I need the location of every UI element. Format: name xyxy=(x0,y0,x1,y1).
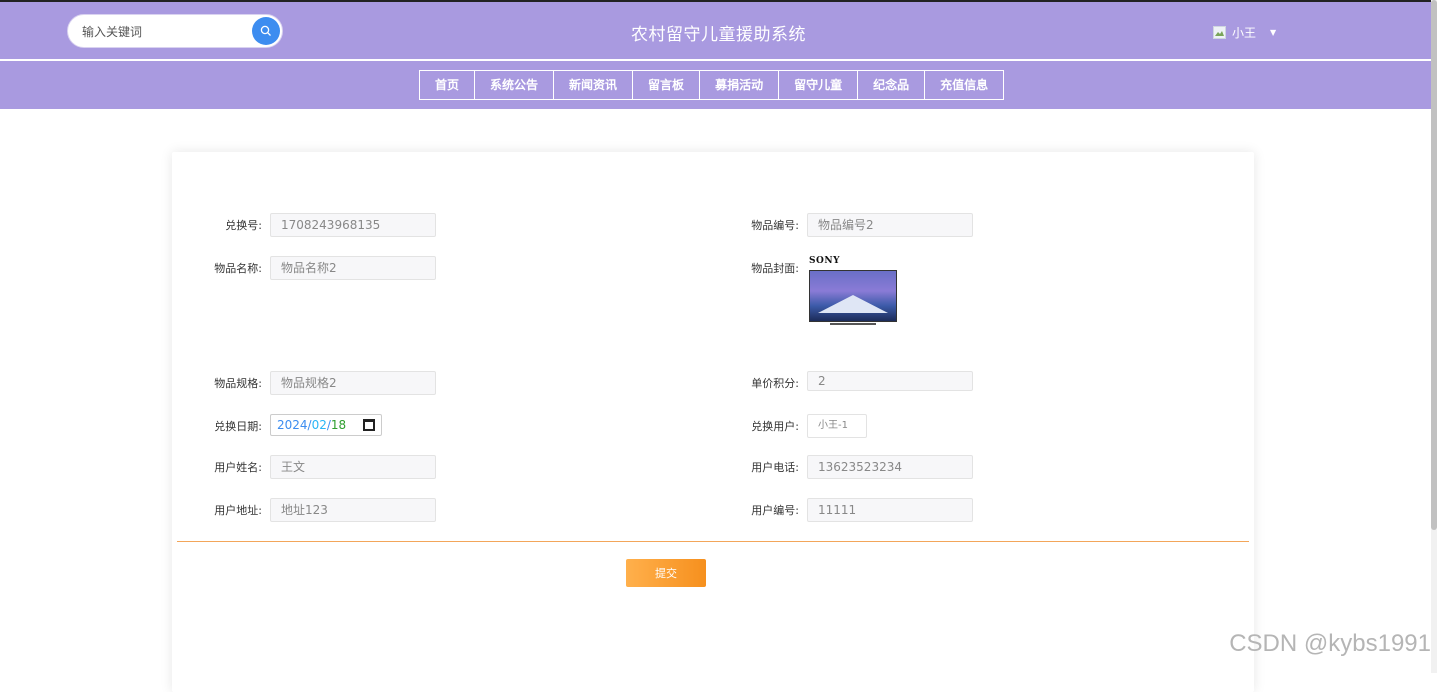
item-cover-label: 物品封面: xyxy=(751,262,799,275)
date-day: 18 xyxy=(330,418,347,432)
top-header: 农村留守儿童援助系统 小王 ▼ xyxy=(0,0,1437,59)
user-no-input[interactable]: 11111 xyxy=(807,498,973,522)
field-unit-points: 单价积分: 2 xyxy=(709,371,973,391)
field-item-name: 物品名称: 物品名称2 xyxy=(172,256,436,280)
exchange-no-input[interactable]: 1708243968135 xyxy=(270,213,436,237)
nav-item-recharge[interactable]: 充值信息 xyxy=(925,70,1005,100)
cover-brand-text: SONY xyxy=(809,256,840,266)
main-nav: 首页 系统公告 新闻资讯 留言板 募捐活动 留守儿童 纪念品 充值信息 xyxy=(0,61,1437,109)
field-item-cover: 物品封面: SONY xyxy=(709,256,899,336)
item-cover-image: SONY xyxy=(809,256,899,336)
exchange-user-input[interactable]: 小王-1 xyxy=(807,414,867,438)
item-code-label: 物品编号: xyxy=(751,219,799,232)
field-user-address: 用户地址: 地址123 xyxy=(172,498,436,522)
field-user-phone: 用户电话: 13623523234 xyxy=(709,455,973,479)
date-year: 2024 xyxy=(277,418,308,432)
exchange-user-label: 兑换用户: xyxy=(751,420,799,433)
form-divider xyxy=(177,541,1249,542)
calendar-icon[interactable] xyxy=(363,419,375,431)
unit-points-input[interactable]: 2 xyxy=(807,371,973,391)
field-item-spec: 物品规格: 物品规格2 xyxy=(172,371,436,395)
watermark: CSDN @kybs1991 xyxy=(1229,630,1431,657)
user-phone-label: 用户电话: xyxy=(751,461,799,474)
user-name: 小王 xyxy=(1232,26,1257,40)
nav-item-news[interactable]: 新闻资讯 xyxy=(554,70,634,100)
nav-item-donations[interactable]: 募捐活动 xyxy=(700,70,780,100)
nav-item-message-board[interactable]: 留言板 xyxy=(633,70,701,100)
item-name-label: 物品名称: xyxy=(214,262,262,275)
item-code-input[interactable]: 物品编号2 xyxy=(807,213,973,237)
exchange-no-label: 兑换号: xyxy=(225,219,262,232)
user-realname-input[interactable]: 王文 xyxy=(270,455,436,479)
nav-item-children[interactable]: 留守儿童 xyxy=(779,70,859,100)
page-scrollbar[interactable] xyxy=(1431,0,1437,673)
chevron-down-icon: ▼ xyxy=(1270,28,1277,37)
nav-item-souvenirs[interactable]: 纪念品 xyxy=(858,70,926,100)
user-no-label: 用户编号: xyxy=(751,504,799,517)
field-item-code: 物品编号: 物品编号2 xyxy=(709,213,973,237)
submit-button[interactable]: 提交 xyxy=(626,559,706,587)
date-month: 02 xyxy=(311,418,327,432)
user-menu[interactable]: 小王 ▼ xyxy=(1213,24,1276,41)
field-exchange-no: 兑换号: 1708243968135 xyxy=(172,213,436,237)
field-exchange-user: 兑换用户: 小王-1 xyxy=(709,414,867,438)
avatar-icon xyxy=(1213,26,1226,39)
field-user-no: 用户编号: 11111 xyxy=(709,498,973,522)
user-address-input[interactable]: 地址123 xyxy=(270,498,436,522)
exchange-date-label: 兑换日期: xyxy=(214,420,262,433)
nav-item-announcements[interactable]: 系统公告 xyxy=(475,70,555,100)
user-address-label: 用户地址: xyxy=(214,504,262,517)
user-phone-input[interactable]: 13623523234 xyxy=(807,455,973,479)
item-spec-label: 物品规格: xyxy=(214,377,262,390)
scrollbar-thumb[interactable] xyxy=(1431,0,1437,530)
user-realname-label: 用户姓名: xyxy=(214,461,262,474)
item-spec-input[interactable]: 物品规格2 xyxy=(270,371,436,395)
exchange-date-input[interactable]: 2024/02/18 xyxy=(270,414,382,436)
exchange-form-card: 兑换号: 1708243968135 物品编号: 物品编号2 物品名称: 物品名… xyxy=(172,152,1254,692)
field-user-realname: 用户姓名: 王文 xyxy=(172,455,436,479)
tv-image xyxy=(809,270,897,325)
nav-item-home[interactable]: 首页 xyxy=(420,70,476,100)
item-name-input[interactable]: 物品名称2 xyxy=(270,256,436,280)
unit-points-label: 单价积分: xyxy=(751,377,799,390)
field-exchange-date: 兑换日期: 2024/02/18 xyxy=(172,414,382,436)
